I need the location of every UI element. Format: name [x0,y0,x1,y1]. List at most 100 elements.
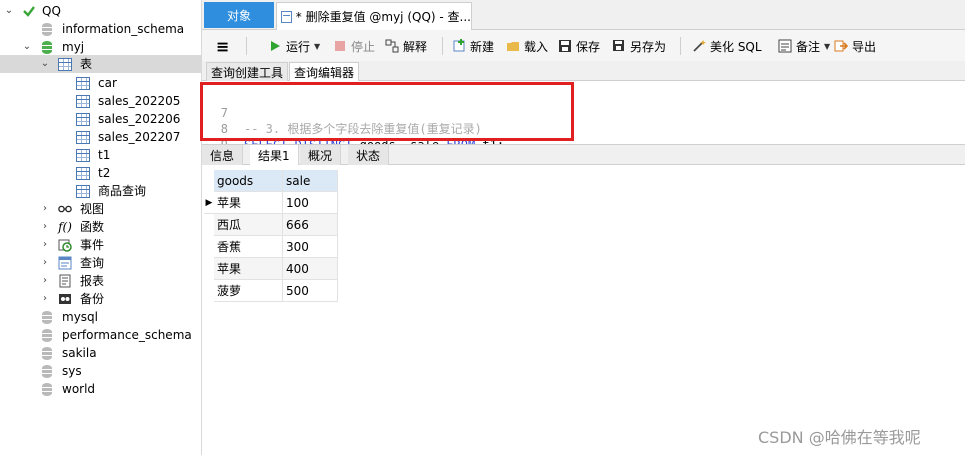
tree-table-item[interactable]: car [0,74,201,92]
tree-label: sys [62,364,82,378]
note-icon [778,39,792,53]
backup-icon [58,292,72,306]
tree-table-item[interactable]: sales_202207 [0,128,201,146]
table-cell[interactable]: 西瓜 [214,214,283,236]
save-as-icon [612,39,626,53]
run-button[interactable]: 运行 ▼ [268,36,320,56]
red-highlight-annotation [200,82,574,141]
table-icon [76,112,90,126]
table-cell[interactable]: 菠萝 [214,280,283,302]
folder-icon [506,39,520,53]
chevron-right-icon[interactable]: › [40,222,50,232]
tree-db-information-schema[interactable]: information_schema [0,20,201,38]
tree-connection-qq[interactable]: ⌄ QQ [0,2,201,20]
chevron-right-icon[interactable]: › [40,204,50,214]
tree-label: car [98,76,117,90]
table-cell[interactable]: 苹果 [214,258,283,280]
save-label: 保存 [576,39,601,54]
chevron-right-icon[interactable]: › [40,258,50,268]
beautify-sql-button[interactable]: 美化 SQL [692,36,762,56]
tree-folder-functions[interactable]: › f() 函数 [0,218,201,236]
tree-folder-views[interactable]: › 视图 [0,200,201,218]
database-icon [40,40,54,54]
tree-folder-backups[interactable]: › 备份 [0,290,201,308]
tree-label: world [62,382,96,396]
tree-db-sys[interactable]: sys [0,362,201,380]
tree-db-myj[interactable]: ⌄ myj [0,38,201,56]
tab-query-title: * 删除重复值 @myj (QQ) - 查... [295,10,471,24]
table-cell[interactable]: 香蕉 [214,236,283,258]
table-icon [76,166,90,180]
magic-wand-icon [692,39,706,53]
tree-table-item[interactable]: sales_202205 [0,92,201,110]
result-tabs: 信息 结果1 概况 状态 [202,144,965,165]
tab-query-editor-mode[interactable]: 查询编辑器 [289,62,360,82]
save-icon [558,39,572,53]
column-header-goods[interactable]: goods [214,170,283,192]
table-cell[interactable]: 苹果 [214,192,283,214]
report-icon [58,274,72,288]
chevron-right-icon[interactable]: › [40,276,50,286]
play-icon [268,39,282,53]
tree-folder-reports[interactable]: › 报表 [0,272,201,290]
tab-overview[interactable]: 概况 [300,145,342,165]
tab-info[interactable]: 信息 [202,145,244,165]
table-icon [76,148,90,162]
tree-table-item[interactable]: 商品查询 [0,182,201,200]
database-icon [40,328,54,342]
tree-table-item[interactable]: sales_202206 [0,110,201,128]
tab-status[interactable]: 状态 [348,145,390,165]
save-as-button[interactable]: 另存为 [612,36,666,56]
tables-icon [58,57,72,71]
tab-query-editor[interactable]: * 删除重复值 @myj (QQ) - 查... [276,2,472,30]
save-button[interactable]: 保存 [558,36,600,56]
glasses-icon [58,202,72,216]
menu-button[interactable]: ≡ [216,36,229,56]
chevron-down-icon[interactable]: ▼ [824,42,830,51]
database-icon [40,364,54,378]
tree-label: 备份 [80,292,105,306]
tab-query-builder[interactable]: 查询创建工具 [206,62,289,81]
export-button[interactable]: 导出 [834,36,876,56]
tree-label: 表 [80,57,93,71]
chevron-down-icon[interactable]: ⌄ [4,6,14,16]
chevron-right-icon[interactable]: › [40,240,50,250]
tree-table-item[interactable]: t2 [0,164,201,182]
tree-folder-queries[interactable]: › 查询 [0,254,201,272]
tree-label: 查询 [80,256,105,270]
chevron-down-icon[interactable]: ⌄ [40,59,50,69]
chevron-down-icon[interactable]: ▼ [314,42,320,51]
tree-folder-tables[interactable]: ⌄ 表 [0,55,201,73]
tree-db-world[interactable]: world [0,380,201,398]
tree-label: sales_202207 [98,130,181,144]
tree-label: 视图 [80,202,105,216]
tree-db-mysql[interactable]: mysql [0,308,201,326]
table-icon [76,130,90,144]
stop-button[interactable]: 停止 [333,36,375,56]
table-cell[interactable]: 300 [283,236,338,258]
table-cell[interactable]: 666 [283,214,338,236]
explain-button[interactable]: 解释 [385,36,427,56]
note-button[interactable]: 备注 ▼ [778,36,830,56]
tree-db-performance-schema[interactable]: performance_schema [0,326,201,344]
table-cell[interactable]: 100 [283,192,338,214]
chevron-down-icon[interactable]: ⌄ [22,42,32,52]
new-button[interactable]: 新建 [452,36,494,56]
database-icon [40,310,54,324]
table-cell[interactable]: 400 [283,258,338,280]
tree-folder-events[interactable]: › 事件 [0,236,201,254]
tree-table-item[interactable]: t1 [0,146,201,164]
tree-db-sakila[interactable]: sakila [0,344,201,362]
tab-objects[interactable]: 对象 [204,2,274,28]
stop-icon [333,39,347,53]
load-button[interactable]: 载入 [506,36,548,56]
toolbar-separator [246,37,247,55]
explain-icon [385,39,399,53]
chevron-right-icon[interactable]: › [40,294,50,304]
watermark: CSDN @哈佛在等我呢 [758,428,921,447]
column-header-sale[interactable]: sale [283,170,338,192]
export-label: 导出 [852,39,877,54]
tab-result1[interactable]: 结果1 [250,145,299,165]
document-tab-strip: 对象 * 删除重复值 @myj (QQ) - 查... [202,0,965,30]
table-cell[interactable]: 500 [283,280,338,302]
